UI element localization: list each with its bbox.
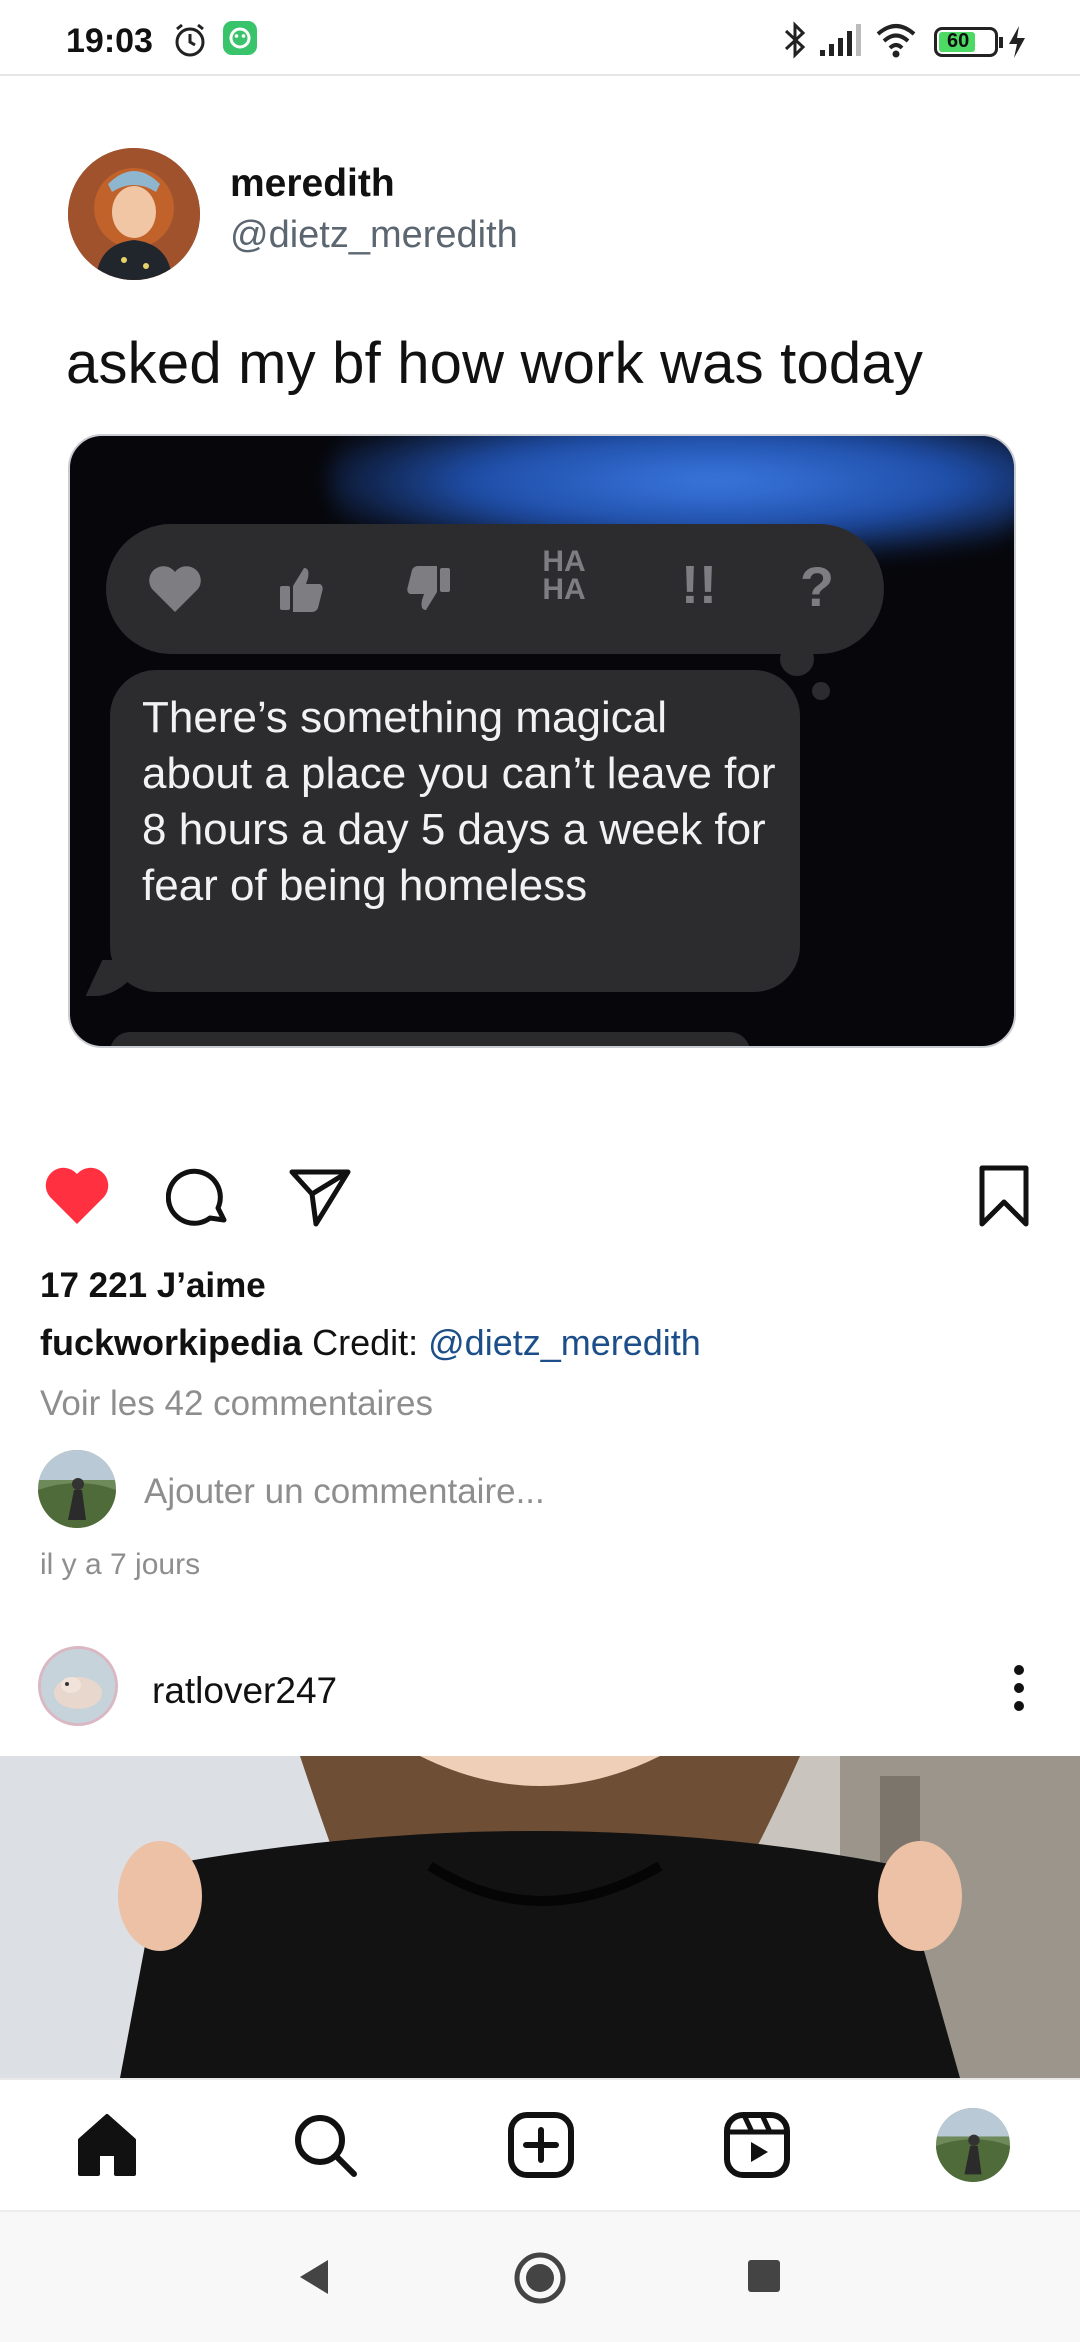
question-reaction: ? xyxy=(799,555,835,618)
status-bar: 19:03 60 xyxy=(0,0,1080,76)
reaction-bar: HA HA !! ? xyxy=(106,524,884,654)
system-navigation-bar xyxy=(0,2210,1080,2342)
view-comments-link[interactable]: Voir les 42 commentaires xyxy=(40,1384,433,1424)
battery-level: 60 xyxy=(947,30,970,52)
thumbs-up-icon xyxy=(280,568,323,612)
tweet-text: asked my bf how work was today xyxy=(66,331,924,396)
message-text: There’s something magical about a place … xyxy=(142,693,776,910)
caption-username[interactable]: fuckworkipedia xyxy=(40,1322,302,1363)
like-heart-icon[interactable] xyxy=(42,1164,112,1228)
bookmark-icon[interactable] xyxy=(976,1164,1032,1230)
alarm-icon xyxy=(175,23,205,57)
home-icon[interactable] xyxy=(72,2110,142,2180)
next-post-username[interactable]: ratlover247 xyxy=(152,1670,337,1712)
haha-reaction: HA HA xyxy=(524,545,604,614)
caption: fuckworkipedia Credit: @dietz_meredith xyxy=(40,1322,701,1364)
back-icon[interactable] xyxy=(294,2256,334,2298)
add-comment-input[interactable]: Ajouter un commentaire... xyxy=(144,1472,545,1512)
tweet-author-handle[interactable]: @dietz_meredith xyxy=(230,214,518,257)
profile-avatar[interactable] xyxy=(936,2108,1010,2182)
tweet-author-name[interactable]: meredith xyxy=(230,162,395,206)
heart-icon xyxy=(149,566,201,612)
reels-icon[interactable] xyxy=(722,2110,792,2180)
like-count[interactable]: 17 221 J’aime xyxy=(40,1266,266,1306)
create-post-icon[interactable] xyxy=(506,2110,576,2180)
haha-line-1: HA xyxy=(542,545,586,578)
tweet-screenshot-image: HA HA !! ? There’s something magical abo… xyxy=(68,434,1016,1048)
reaction-bubble-dot-small xyxy=(812,682,830,700)
bottom-navigation xyxy=(0,2078,1080,2212)
recent-apps-icon[interactable] xyxy=(746,2258,782,2294)
haha-line-2: HA xyxy=(542,573,586,606)
share-icon[interactable] xyxy=(286,1164,354,1230)
home-button-icon[interactable] xyxy=(512,2250,568,2306)
caption-mention[interactable]: @dietz_meredith xyxy=(428,1322,701,1363)
wifi-icon xyxy=(876,24,916,58)
reaction-bubble-dot xyxy=(780,642,814,676)
caption-text: Credit: xyxy=(312,1322,429,1363)
charging-icon xyxy=(1009,26,1025,58)
next-post-image[interactable] xyxy=(0,1756,1080,2078)
bluetooth-icon xyxy=(784,21,806,59)
next-post-avatar[interactable] xyxy=(38,1646,118,1726)
clock: 19:03 xyxy=(66,22,153,60)
post-timestamp: il y a 7 jours xyxy=(40,1548,201,1581)
more-options-icon[interactable] xyxy=(1004,1660,1034,1716)
notification-app-icon xyxy=(223,21,257,55)
comment-icon[interactable] xyxy=(166,1164,232,1230)
thumbs-down-icon xyxy=(407,566,450,610)
exclamation-reaction: !! xyxy=(681,555,717,615)
search-icon[interactable] xyxy=(290,2110,360,2180)
tweet-author-avatar[interactable] xyxy=(68,148,200,280)
signal-icon xyxy=(820,24,861,56)
battery-icon: 60 xyxy=(934,27,1003,57)
next-message-bubble xyxy=(110,1032,750,1046)
my-avatar xyxy=(38,1450,116,1528)
